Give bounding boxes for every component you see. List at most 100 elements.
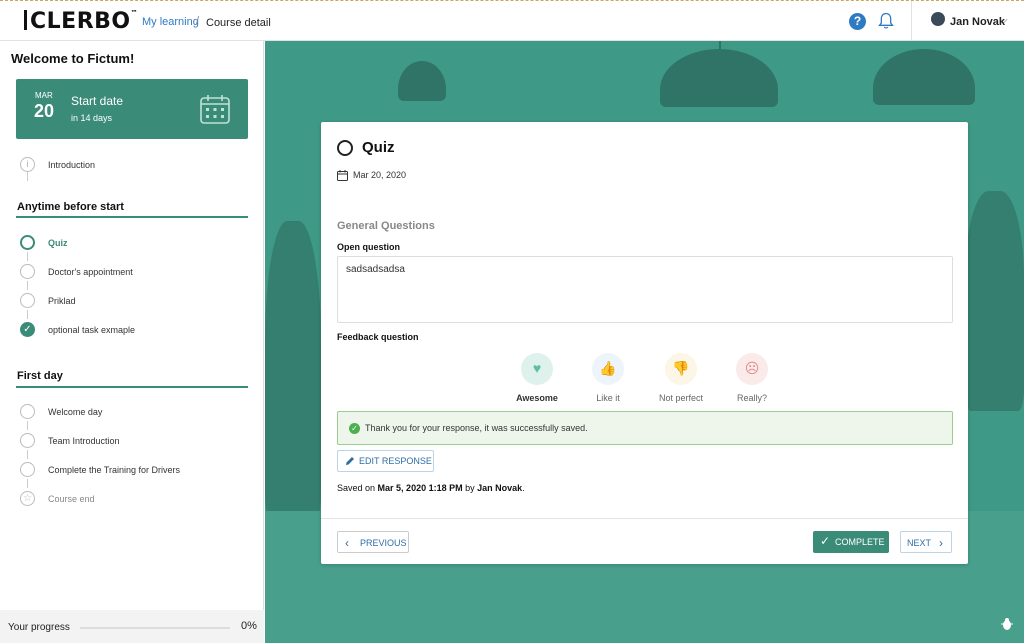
top-header: CLERBO™ My learning / Course detail ? Ja… [0, 0, 1024, 42]
thumbs-up-icon: 👍 [599, 360, 617, 376]
open-question-label: Open question [337, 242, 400, 252]
feedback-label: Like it [596, 393, 620, 403]
user-menu[interactable]: Jan Novak ⌵ [911, 1, 1024, 42]
step-circle-icon [20, 404, 35, 419]
saved-suffix: . [522, 483, 525, 493]
feedback-option-awesome[interactable]: ♥ Awesome [501, 353, 571, 403]
sidebar-item-priklad[interactable]: Priklad [0, 289, 264, 315]
feedback-option-really[interactable]: ☹ Really? [716, 353, 786, 403]
open-question-answer[interactable]: sadsadsadsa [337, 256, 953, 323]
breadcrumb-my-learning[interactable]: My learning [142, 16, 199, 28]
progress-track [80, 627, 230, 629]
edit-response-label: EDIT RESPONSE [359, 456, 432, 466]
section-divider [16, 216, 248, 218]
sidebar-item-label: Doctor's appointment [48, 267, 133, 277]
sidebar-item-label: Course end [48, 494, 95, 504]
edit-response-button[interactable]: EDIT RESPONSE [337, 450, 434, 472]
saved-who: Jan Novak [477, 483, 523, 493]
feedback-label: Really? [736, 393, 767, 403]
quiz-status-circle-icon [337, 140, 353, 156]
next-button[interactable]: NEXT › [900, 531, 952, 553]
feedback-option-like-it[interactable]: 👍 Like it [572, 353, 642, 403]
feedback-option-not-perfect[interactable]: 👎 Not perfect [645, 353, 715, 403]
feedback-question-label: Feedback question [337, 332, 419, 342]
sidebar-item-label: Team Introduction [48, 436, 120, 446]
clerbo-logo[interactable]: CLERBO™ [24, 9, 138, 34]
person-silhouette [265, 221, 321, 521]
step-circle-icon [20, 264, 35, 279]
sidebar-item-quiz[interactable]: Quiz [0, 231, 264, 257]
check-icon: ✓ [20, 322, 35, 337]
section-divider [16, 386, 248, 388]
step-circle-icon [20, 462, 35, 477]
section-title: Anytime before start [17, 201, 124, 213]
complete-button[interactable]: ✓ COMPLETE [813, 531, 889, 553]
pencil-icon [346, 457, 354, 465]
step-connector [27, 172, 28, 181]
start-month: MAR [35, 91, 53, 100]
chevron-left-icon: ‹ [345, 536, 349, 550]
saved-info: Saved on Mar 5, 2020 1:18 PM by Jan Nova… [337, 483, 525, 493]
chevron-right-icon: › [939, 536, 943, 550]
chevron-down-icon: ⌵ [1000, 15, 1008, 26]
step-circle-icon [20, 235, 35, 250]
sidebar-item-label: Complete the Training for Drivers [48, 465, 181, 475]
success-message: Thank you for your response, it was succ… [365, 423, 588, 433]
sidebar-item-welcome-day[interactable]: Welcome day [0, 400, 264, 426]
quiz-date: Mar 20, 2020 [353, 170, 407, 180]
start-date-countdown: in 14 days [71, 113, 113, 123]
sidebar-item-label: Priklad [48, 296, 76, 306]
success-alert: ✓ Thank you for your response, it was su… [337, 411, 953, 445]
breadcrumb-current: Course detail [206, 17, 271, 29]
previous-button[interactable]: ‹ PREVIOUS [337, 531, 409, 553]
sidebar-item-label: Welcome day [48, 407, 103, 417]
ceiling-lamp [660, 49, 778, 107]
start-date-label: Start date [71, 94, 124, 108]
bell-icon[interactable] [878, 12, 894, 30]
progress-label: Your progress [8, 622, 70, 633]
step-circle-icon [20, 293, 35, 308]
saved-when: Mar 5, 2020 1:18 PM [377, 483, 463, 493]
sidebar-item-label: Quiz [48, 238, 68, 248]
check-circle-icon: ✓ [349, 423, 360, 434]
welcome-title: Welcome to Fictum! [11, 51, 135, 66]
sidebar-item-label: optional task exmaple [48, 325, 136, 335]
person-silhouette [965, 191, 1024, 411]
sad-face-icon: ☹ [744, 360, 760, 376]
complete-label: COMPLETE [835, 537, 885, 547]
feedback-label: Not perfect [658, 393, 704, 403]
sidebar-item-course-end[interactable]: ☆ Course end [0, 487, 264, 513]
sidebar-item-team-introduction[interactable]: Team Introduction [0, 429, 264, 455]
sidebar-item-label: Introduction [48, 160, 96, 170]
section-title: General Questions [337, 220, 435, 232]
info-icon: i [20, 157, 35, 172]
calendar-icon [200, 95, 230, 124]
sidebar-item-training-drivers[interactable]: Complete the Training for Drivers [0, 458, 264, 484]
star-icon: ☆ [20, 491, 35, 506]
start-day: 20 [34, 101, 55, 121]
feedback-label: Awesome [516, 393, 558, 403]
avatar [931, 12, 945, 26]
quiz-title: Quiz [362, 139, 395, 156]
help-icon[interactable]: ? [849, 13, 866, 30]
user-name: Jan Novak [950, 16, 1006, 28]
sidebar-item-optional-task[interactable]: ✓ optional task exmaple [0, 318, 264, 344]
breadcrumb-separator: / [196, 15, 200, 27]
step-circle-icon [20, 433, 35, 448]
card-divider [321, 518, 968, 519]
saved-by: by [465, 483, 475, 493]
quiz-card: Quiz Mar 20, 2020 General Questions Open… [321, 122, 968, 564]
progress-footer: Your progress 0% [0, 610, 264, 643]
previous-label: PREVIOUS [360, 538, 407, 548]
course-sidebar: Welcome to Fictum! MAR 20 Start date in … [0, 41, 264, 643]
check-icon: ✓ [820, 534, 831, 548]
sidebar-item-doctors-appointment[interactable]: Doctor's appointment [0, 260, 264, 286]
ceiling-lamp [398, 61, 446, 101]
section-title: First day [17, 370, 63, 382]
bug-icon[interactable] [1000, 617, 1014, 631]
thumbs-down-icon: 👎 [672, 360, 690, 376]
start-date-card: MAR 20 Start date in 14 days [16, 79, 248, 139]
sidebar-item-introduction[interactable]: i Introduction [0, 153, 264, 179]
saved-prefix: Saved on [337, 483, 376, 493]
heart-icon: ♥ [532, 360, 542, 376]
